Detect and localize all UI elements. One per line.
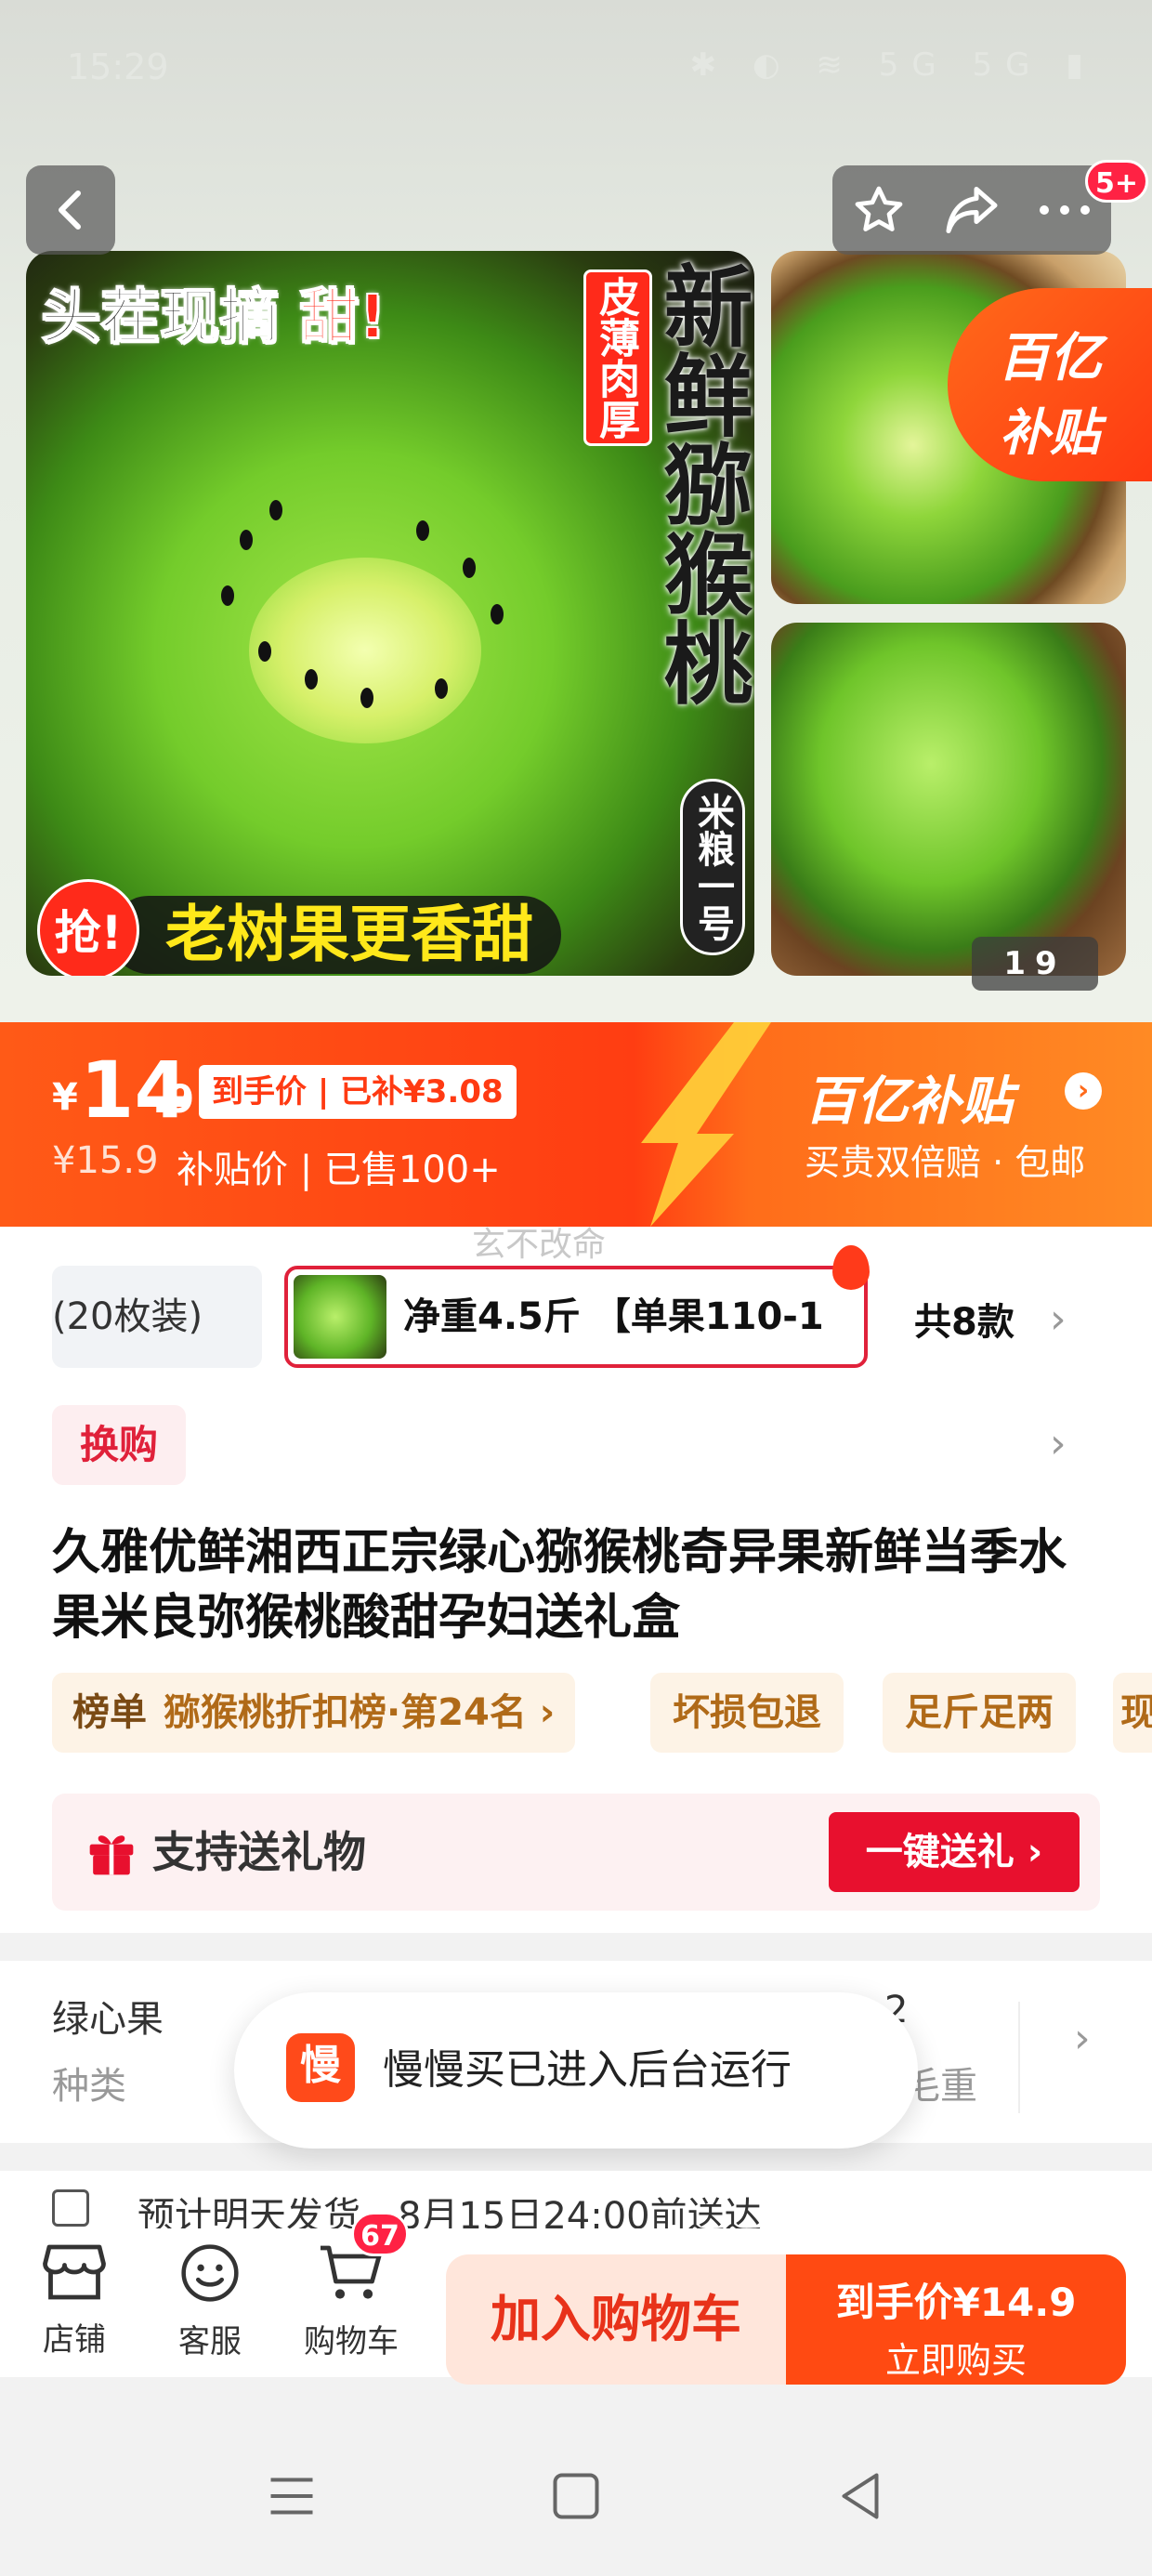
- price-bar[interactable]: ¥ 14 .9 到手价 | 已补¥3.08 ¥15.9 补贴价 | 已售100+…: [0, 1022, 1152, 1227]
- service-smile-icon: [181, 2244, 239, 2302]
- main-product-image[interactable]: 头茬现摘 甜! 皮薄肉厚 新鲜猕猴桃 米粮一号 老树果更香甜 抢!: [26, 251, 754, 976]
- sticker-line2: 补贴: [1000, 403, 1100, 462]
- background-toast: 慢 慢慢买已进入后台运行: [234, 1992, 918, 2149]
- cart-count-badge: 67: [351, 2212, 409, 2256]
- chevron-left-icon: [59, 191, 81, 230]
- attr-variety-value: 绿心果: [52, 1998, 164, 2041]
- original-price: ¥15.9: [52, 1139, 159, 1182]
- ranking-chip[interactable]: 榜单 猕猴桃折扣榜·第24名 ›: [52, 1673, 576, 1753]
- price-currency: ¥: [52, 1076, 78, 1119]
- kiwi-seed: [360, 688, 373, 708]
- page-total: 9: [1035, 945, 1067, 982]
- top-actions: [832, 165, 1111, 255]
- customer-service-button[interactable]: 客服: [154, 2241, 266, 2361]
- swap-purchase-tag[interactable]: 换购: [52, 1405, 186, 1485]
- grab-badge: 抢!: [37, 879, 139, 976]
- kiwi-core: [249, 558, 481, 743]
- yi-subsidy-arrow[interactable]: ›: [1065, 1072, 1102, 1110]
- toast-text: 慢慢买已进入后台运行: [383, 2046, 792, 2094]
- buy-now-price: 到手价¥14.9: [835, 2280, 1077, 2325]
- back-triangle-icon[interactable]: [832, 2468, 888, 2524]
- kiwi-seed: [221, 585, 234, 606]
- slogan-red: 甜!: [298, 283, 386, 353]
- service-label: 客服: [178, 2323, 242, 2360]
- buy-now-label: 立即购买: [884, 2340, 1027, 2381]
- kiwi-seed: [491, 604, 504, 624]
- yi-subsidy-subtitle: 买贵双倍赔 · 包邮: [805, 1142, 1086, 1183]
- more-chip[interactable]: 现: [1113, 1673, 1152, 1753]
- star-icon: [855, 186, 903, 231]
- buy-now-button[interactable]: 到手价¥14.9 立即购买: [786, 2254, 1126, 2385]
- image-slogan: 头茬现摘 甜!: [40, 269, 386, 355]
- gallery-thumbnail-2[interactable]: [771, 623, 1126, 976]
- kiwi-seed: [269, 500, 282, 520]
- system-nav-bar: [0, 2416, 1152, 2576]
- lightning-decoration-icon: [641, 1022, 771, 1227]
- status-icons: ✱ ◐ ≋ 5G 5G ▮: [689, 46, 1096, 84]
- cart-label: 购物车: [304, 2323, 399, 2360]
- gift-section: 支持送礼物 一键送礼 ›: [52, 1794, 1100, 1911]
- subsidy-sticker: 百亿 补贴: [948, 288, 1152, 481]
- shop-icon: [43, 2244, 106, 2300]
- chevron-right-icon[interactable]: ›: [1050, 1295, 1067, 1343]
- add-to-cart-button[interactable]: 加入购物车: [446, 2254, 786, 2385]
- ranking-label: 榜单: [72, 1691, 147, 1734]
- kiwi-seed: [463, 558, 476, 578]
- share-button[interactable]: [935, 173, 1009, 247]
- page-current: 1: [1003, 945, 1035, 982]
- vertical-brand: 米粮一号: [680, 779, 745, 955]
- thin-skin-tag: 皮薄肉厚: [583, 269, 652, 446]
- shipping-icon: [52, 2189, 89, 2227]
- product-title: 久雅优鲜湘西正宗绿心猕猴桃奇异果新鲜当季水果米良弥猴桃酸甜孕妇送礼盒: [52, 1525, 1067, 1646]
- kiwi-seed: [416, 520, 429, 541]
- divider: [1018, 2002, 1020, 2113]
- shop-button[interactable]: 店铺: [19, 2241, 130, 2359]
- slogan-prefix: 头茬现摘: [40, 283, 280, 353]
- sku-option-1[interactable]: (20枚装): [52, 1266, 262, 1368]
- sticker-line1: 百亿: [998, 328, 1102, 388]
- full-weight-chip[interactable]: 足斤足两: [883, 1673, 1076, 1753]
- app-icon: 慢: [286, 2033, 355, 2102]
- menu-icon[interactable]: [264, 2468, 320, 2524]
- final-price-pill: 到手价 | 已补¥3.08: [199, 1065, 517, 1119]
- vertical-title: 新鲜猕猴桃: [648, 260, 753, 706]
- watermark-text: 玄不改命: [472, 1226, 607, 1264]
- sku-option-selected[interactable]: 净重4.5斤 【单果110-1: [284, 1266, 868, 1368]
- home-square-icon[interactable]: [548, 2468, 604, 2524]
- page-indicator: 19: [972, 937, 1098, 991]
- cart-button[interactable]: 购物车: [295, 2241, 407, 2361]
- yi-subsidy-title: 百亿补贴: [805, 1071, 1013, 1132]
- chevron-right-icon[interactable]: ›: [1074, 2015, 1091, 2062]
- attr-variety-key: 种类: [52, 2065, 126, 2108]
- sku-option-label: 净重4.5斤 【单果110-1: [403, 1295, 824, 1338]
- damage-refund-chip[interactable]: 坏损包退: [650, 1673, 844, 1753]
- grab-text: 老树果更香甜: [110, 896, 561, 974]
- message-badge: 5+: [1085, 160, 1149, 203]
- kiwi-seed: [435, 678, 448, 699]
- sku-total-count[interactable]: 共8款: [914, 1292, 1015, 1346]
- ranking-value: 猕猴桃折扣榜·第24名 ›: [164, 1691, 556, 1734]
- kiwi-seed: [305, 669, 318, 690]
- shop-label: 店铺: [43, 2321, 106, 2359]
- gift-icon: [89, 1835, 134, 1875]
- send-gift-button[interactable]: 一键送礼 ›: [829, 1812, 1080, 1892]
- favorite-button[interactable]: [842, 173, 916, 247]
- price-decimal: .9: [152, 1076, 195, 1122]
- product-page: { "status_bar": { "time": "15:29", "icon…: [0, 0, 1152, 2576]
- chevron-right-icon[interactable]: ›: [1050, 1420, 1067, 1467]
- more-dots-icon: [1040, 205, 1090, 215]
- share-icon: [946, 187, 998, 233]
- status-bar: 15:29 ✱ ◐ ≋ 5G 5G ▮: [0, 0, 1152, 139]
- sku-thumbnail: [294, 1275, 386, 1359]
- kiwi-seed: [258, 641, 271, 662]
- back-button[interactable]: [26, 165, 115, 255]
- product-gallery[interactable]: 15:29 ✱ ◐ ≋ 5G 5G ▮ 头茬现摘 甜! 皮薄肉厚 新鲜猕猴桃 米…: [0, 0, 1152, 1022]
- subsidy-sold-text: 补贴价 | 已售100+: [177, 1149, 501, 1191]
- kiwi-seed: [240, 530, 253, 550]
- gift-label: 支持送礼物: [152, 1827, 366, 1877]
- status-time: 15:29: [67, 46, 169, 87]
